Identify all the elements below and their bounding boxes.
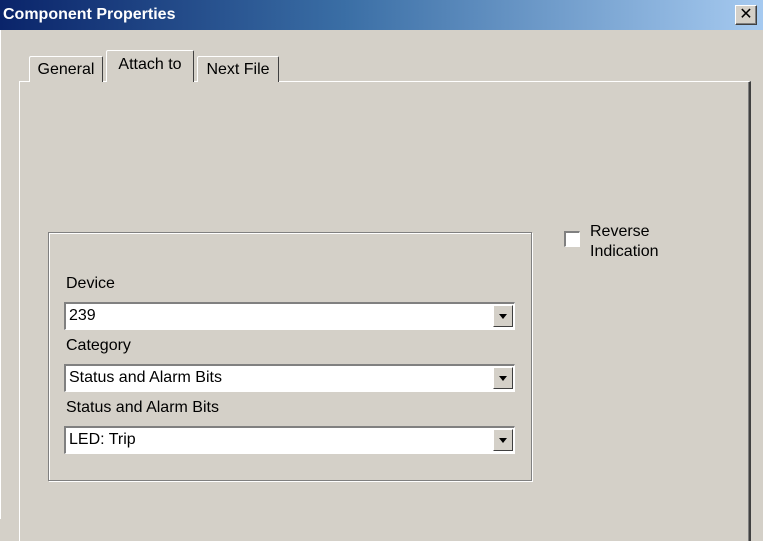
reverse-indication-label[interactable]: Reverse Indication	[590, 222, 659, 262]
chevron-down-icon	[499, 314, 507, 319]
status-value: LED: Trip	[69, 431, 136, 448]
title-bar: Component Properties ✕	[0, 0, 763, 30]
tab-general[interactable]: General	[29, 56, 103, 82]
category-dropdown[interactable]: Status and Alarm Bits	[64, 364, 515, 392]
device-value: 239	[69, 307, 96, 324]
tab-attach-to[interactable]: Attach to	[106, 50, 194, 85]
tab-next-file[interactable]: Next File	[197, 56, 279, 82]
reverse-label-line2: Indication	[590, 243, 659, 260]
tab-general-label: General	[37, 61, 95, 78]
category-label: Category	[66, 337, 131, 354]
reverse-label-line1: Reverse	[590, 223, 650, 240]
category-dropdown-button[interactable]	[493, 367, 513, 389]
tab-next-file-label: Next File	[206, 61, 270, 78]
device-label: Device	[66, 275, 115, 292]
close-button[interactable]: ✕	[735, 5, 757, 25]
close-icon: ✕	[739, 6, 753, 23]
device-dropdown[interactable]: 239	[64, 302, 515, 330]
device-dropdown-button[interactable]	[493, 305, 513, 327]
status-label: Status and Alarm Bits	[66, 399, 219, 416]
tab-attach-to-label: Attach to	[118, 56, 182, 73]
window-left-edge	[0, 30, 1, 519]
chevron-down-icon	[499, 438, 507, 443]
status-dropdown-button[interactable]	[493, 429, 513, 451]
chevron-down-icon	[499, 376, 507, 381]
reverse-indication-checkbox[interactable]	[564, 231, 580, 247]
window-title: Component Properties	[3, 6, 176, 23]
status-dropdown[interactable]: LED: Trip	[64, 426, 515, 454]
category-value: Status and Alarm Bits	[69, 369, 222, 386]
